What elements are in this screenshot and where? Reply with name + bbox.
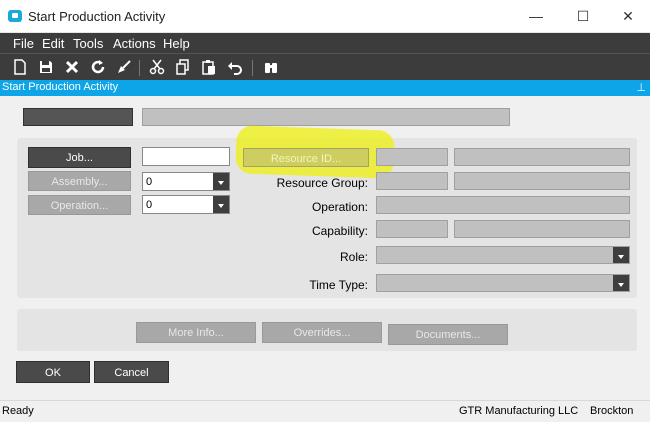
toolbar-separator [252,60,253,76]
undo-icon[interactable] [225,57,245,77]
operation-button[interactable]: Operation... [28,195,131,215]
new-document-icon[interactable] [10,57,30,77]
toolbar-separator [139,60,140,76]
role-combo[interactable] [376,246,630,264]
menu-edit[interactable]: Edit [42,36,64,51]
maximize-button[interactable]: ☐ [565,5,601,27]
operation-value: 0 [146,199,153,211]
chevron-down-icon[interactable] [213,196,229,213]
minimize-button[interactable]: — [518,5,554,27]
status-company: GTR Manufacturing LLC [459,405,579,417]
cut-icon[interactable] [147,57,167,77]
operation-combo[interactable]: 0 [142,195,230,214]
search-binoculars-icon[interactable] [261,57,281,77]
job-description-field [142,108,510,126]
capability-label: Capability: [311,224,368,238]
clear-icon[interactable] [114,57,134,77]
refresh-icon[interactable] [88,57,108,77]
window-titlebar: Start Production Activity — ☐ ✕ [0,0,650,33]
status-bar: Ready GTR Manufacturing LLC Brockton [0,400,650,422]
menu-file[interactable]: File [13,36,34,51]
resource-group-description [454,172,630,190]
chevron-down-icon[interactable] [213,173,229,190]
resource-id-description [454,148,630,166]
close-button[interactable]: ✕ [610,5,646,27]
assembly-value: 0 [146,176,153,188]
status-site: Brockton [590,405,634,417]
more-info-button[interactable]: More Info... [136,322,256,343]
pin-icon[interactable]: ⊥ [636,81,646,94]
overrides-button[interactable]: Overrides... [262,322,382,343]
panel-header: Start Production Activity ⊥ [0,80,650,96]
chevron-down-icon[interactable] [613,247,629,263]
panel-title: Start Production Activity [2,81,119,93]
delete-icon[interactable] [62,57,82,77]
time-type-label: Time Type: [309,278,368,292]
resource-group-label: Resource Group: [276,176,368,190]
menu-actions[interactable]: Actions [113,36,156,51]
operation-description-field [376,196,630,214]
job-input[interactable] [142,147,230,166]
menu-tools[interactable]: Tools [73,36,103,51]
copy-icon[interactable] [173,57,193,77]
chevron-down-icon[interactable] [613,275,629,291]
role-label: Role: [339,250,368,264]
menu-help[interactable]: Help [163,36,190,51]
status-text: Ready [2,405,34,417]
job-header-field [23,108,133,126]
resource-group-field [376,172,448,190]
capability-description [454,220,630,238]
toolbar [0,53,650,80]
assembly-combo[interactable]: 0 [142,172,230,191]
capability-field [376,220,448,238]
cancel-button[interactable]: Cancel [94,361,169,383]
job-button[interactable]: Job... [28,147,131,168]
time-type-combo[interactable] [376,274,630,292]
operation-label: Operation: [311,200,368,214]
app-icon [8,10,22,22]
menu-bar: File Edit Tools Actions Help [0,33,650,53]
resource-id-field [376,148,448,166]
save-icon[interactable] [36,57,56,77]
window-title: Start Production Activity [28,9,166,24]
resource-id-button[interactable]: Resource ID... [243,148,369,167]
documents-button[interactable]: Documents... [388,324,508,345]
assembly-button[interactable]: Assembly... [28,171,131,191]
ok-button[interactable]: OK [16,361,90,383]
paste-icon[interactable] [199,57,219,77]
